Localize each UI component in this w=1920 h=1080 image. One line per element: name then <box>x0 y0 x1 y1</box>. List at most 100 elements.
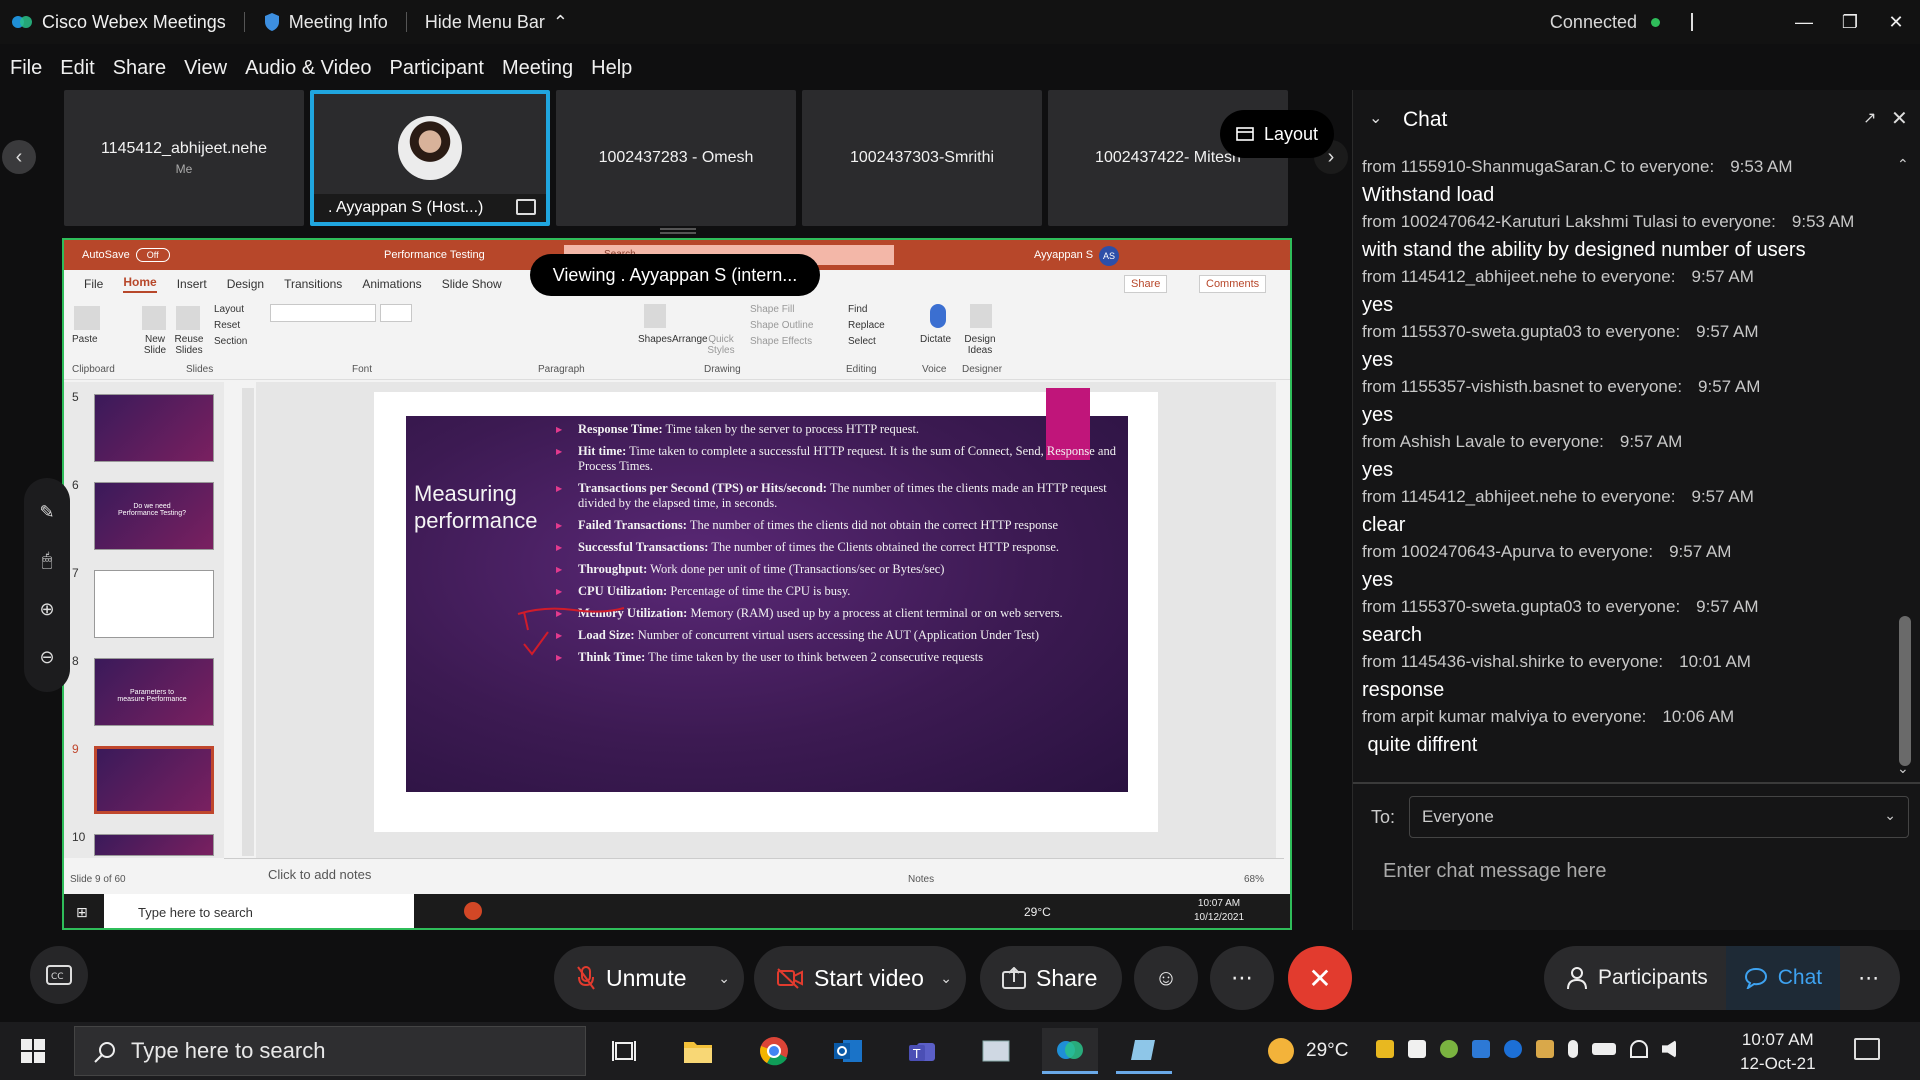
more-panels-button[interactable]: ⋯ <box>1840 946 1897 1010</box>
tray-app-icon[interactable] <box>1440 1040 1458 1058</box>
tray-app-icon[interactable] <box>1472 1040 1490 1058</box>
chevron-down-icon[interactable]: ⌄ <box>940 970 952 987</box>
leave-meeting-button[interactable]: ✕ <box>1288 946 1352 1010</box>
ppt-tab-home[interactable]: Home <box>123 275 157 293</box>
ppt-tab-design[interactable]: Design <box>227 277 264 291</box>
slide-thumbnail[interactable]: Parameters to measure Performance <box>94 658 214 726</box>
font-size-select[interactable] <box>380 304 412 322</box>
scroll-up-icon[interactable]: ⌃ <box>1897 156 1909 173</box>
thumbnail-scrollbar[interactable] <box>242 388 254 856</box>
microphone-icon[interactable] <box>1568 1040 1578 1058</box>
chat-button[interactable]: Chat <box>1725 946 1841 1010</box>
restore-icon[interactable]: ❐ <box>1828 0 1872 44</box>
tray-app-icon[interactable] <box>1408 1040 1426 1058</box>
layout-button[interactable]: Layout <box>1220 110 1334 158</box>
pen-icon[interactable]: ✎ <box>39 502 54 523</box>
menu-participant[interactable]: Participant <box>389 57 484 80</box>
participant-tile-active-speaker[interactable]: . Ayyappan S (Host...) <box>310 90 550 226</box>
dictate-button[interactable]: Dictate <box>920 334 951 345</box>
shared-screen[interactable]: AutoSave Off Performance Testing Search … <box>62 238 1292 930</box>
menu-file[interactable]: File <box>10 57 42 80</box>
bluetooth-icon[interactable] <box>1504 1040 1522 1058</box>
chrome-icon[interactable] <box>746 1028 802 1074</box>
hide-menu-bar-button[interactable]: Hide Menu Bar ⌃ <box>425 12 568 33</box>
shape-outline-button[interactable]: Shape Outline <box>750 320 813 331</box>
shape-effects-button[interactable]: Shape Effects <box>750 336 812 347</box>
reuse-slides-button[interactable]: Reuse Slides <box>172 334 206 356</box>
autosave-toggle[interactable]: Off <box>135 248 170 262</box>
scroll-left-icon[interactable]: ‹ <box>2 140 36 174</box>
popout-icon[interactable]: ↗ <box>1863 108 1876 128</box>
zoom-out-icon[interactable]: ⊖ <box>39 647 54 668</box>
tray-app-icon[interactable] <box>1376 1040 1394 1058</box>
outlook-icon[interactable] <box>820 1028 876 1074</box>
notes-pane[interactable]: Click to add notes <box>224 858 1284 892</box>
closed-captions-button[interactable]: CC <box>30 946 88 1004</box>
collapse-chevron-icon[interactable]: ⌄ <box>1369 108 1382 128</box>
layout-menu-button[interactable]: Layout <box>214 304 244 315</box>
remote-control-icon[interactable]: 🖱 <box>42 550 53 571</box>
slide-thumbnail[interactable]: Do we need Performance Testing? <box>94 482 214 550</box>
meeting-info-button[interactable]: Meeting Info <box>263 12 388 33</box>
ppt-share-button[interactable]: Share <box>1124 275 1168 293</box>
snipping-tool-icon[interactable] <box>968 1028 1024 1074</box>
ppt-tab-slide-show[interactable]: Slide Show <box>442 277 502 291</box>
arrange-button[interactable]: Arrange <box>672 334 708 345</box>
menu-edit[interactable]: Edit <box>60 57 94 80</box>
windows-start-icon[interactable] <box>20 1038 46 1064</box>
chat-message-input[interactable] <box>1383 860 1883 883</box>
webex-taskbar-icon[interactable] <box>1042 1028 1098 1074</box>
zoom-in-icon[interactable]: ⊕ <box>39 599 54 620</box>
new-slide-button[interactable]: New Slide <box>138 334 172 356</box>
wifi-icon[interactable] <box>1630 1040 1648 1058</box>
scroll-down-icon[interactable]: ⌄ <box>1897 760 1909 777</box>
participant-tile[interactable]: 1145412_abhijeet.nehe Me <box>64 90 304 226</box>
start-video-button[interactable]: Start video ⌄ <box>754 946 966 1010</box>
chat-message-list[interactable]: from 1155910-ShanmugaSaran.C to everyone… <box>1353 156 1887 776</box>
font-family-select[interactable] <box>270 304 376 322</box>
taskbar-clock[interactable]: 10:07 AM 12-Oct-21 <box>1740 1028 1816 1076</box>
reactions-button[interactable]: ☺ <box>1134 946 1198 1010</box>
ppt-tab-animations[interactable]: Animations <box>362 277 421 291</box>
slide[interactable]: Measuring performance Response Time: Tim… <box>406 388 1128 792</box>
file-explorer-icon[interactable] <box>670 1028 726 1074</box>
remote-desktop-icon[interactable] <box>1116 1028 1172 1074</box>
tray-app-icon[interactable] <box>1536 1040 1554 1058</box>
select-button[interactable]: Select <box>848 336 876 347</box>
close-icon[interactable]: ✕ <box>1874 0 1918 44</box>
design-ideas-button[interactable]: Design Ideas <box>962 334 998 356</box>
section-button[interactable]: Section <box>214 336 247 347</box>
minimize-icon[interactable]: ― <box>1782 0 1826 44</box>
more-options-button[interactable]: ⋯ <box>1210 946 1274 1010</box>
ppt-tab-insert[interactable]: Insert <box>177 277 207 291</box>
slide-thumbnail[interactable] <box>94 394 214 462</box>
shape-fill-button[interactable]: Shape Fill <box>750 304 794 315</box>
resize-grip-icon[interactable] <box>660 228 696 234</box>
volume-icon[interactable] <box>1662 1040 1676 1058</box>
taskbar-search[interactable]: Type here to search <box>74 1026 586 1076</box>
menu-meeting[interactable]: Meeting <box>502 57 573 80</box>
scrollbar-thumb[interactable] <box>1899 616 1911 766</box>
menu-audio-video[interactable]: Audio & Video <box>245 57 371 80</box>
shapes-button[interactable]: Shapes <box>638 334 672 345</box>
share-button[interactable]: Share <box>980 946 1122 1010</box>
teams-icon[interactable]: T <box>894 1028 950 1074</box>
ppt-comments-button[interactable]: Comments <box>1199 275 1267 293</box>
ppt-tab-file[interactable]: File <box>84 277 103 291</box>
taskbar-weather[interactable]: 29°C <box>1268 1038 1348 1064</box>
menu-view[interactable]: View <box>184 57 227 80</box>
zoom-level[interactable]: 68% <box>1244 874 1264 885</box>
task-view-icon[interactable] <box>596 1028 652 1074</box>
chevron-down-icon[interactable]: ⌄ <box>718 970 730 987</box>
replace-button[interactable]: Replace <box>848 320 885 331</box>
slide-thumbnail-selected[interactable] <box>94 746 214 814</box>
close-chat-icon[interactable]: ✕ <box>1891 106 1908 131</box>
participant-tile[interactable]: 1002437283 - Omesh <box>556 90 796 226</box>
battery-icon[interactable] <box>1592 1043 1616 1055</box>
participants-button[interactable]: Participants <box>1544 946 1726 1010</box>
recipient-select[interactable]: Everyone ⌄ <box>1409 796 1910 838</box>
paste-button[interactable]: Paste <box>72 334 98 345</box>
notes-toggle[interactable]: Notes <box>908 874 934 885</box>
ppt-tab-transitions[interactable]: Transitions <box>284 277 342 291</box>
menu-help[interactable]: Help <box>591 57 632 80</box>
